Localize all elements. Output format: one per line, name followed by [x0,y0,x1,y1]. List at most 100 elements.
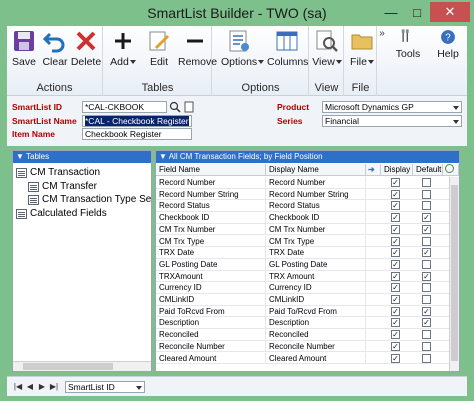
default-checkbox[interactable] [422,236,431,246]
minimize-button[interactable]: — [378,2,404,22]
display-checkbox[interactable]: ✓ [391,330,400,340]
default-checkbox[interactable]: ✓ [422,248,431,258]
view-button[interactable]: View [310,28,344,78]
table-row[interactable]: Description Description ✓ ✓ [156,317,459,330]
display-name-cell[interactable]: CM Trx Number [266,223,366,235]
file-button[interactable]: File [345,28,379,78]
display-name-cell[interactable]: Record Number [266,177,366,188]
add-button[interactable]: Add [106,28,140,78]
vertical-scrollbar[interactable] [449,177,459,371]
display-name-cell[interactable]: Cleared Amount [266,352,366,364]
display-checkbox[interactable]: ✓ [391,259,400,269]
save-button[interactable]: Save [7,28,41,78]
column-header-display-name[interactable]: Display Name [266,164,366,176]
options-button[interactable]: Options [221,28,265,78]
note-page-icon[interactable] [183,101,195,113]
scrollbar-thumb[interactable] [451,185,458,361]
table-row[interactable]: Currency ID Currency ID ✓ [156,282,459,294]
tree-item-cm-transaction[interactable]: CM Transaction [16,167,100,178]
fields-pane-header[interactable]: ▼ All CM Transaction Fields; by Field Po… [156,151,459,163]
table-row[interactable]: Paid ToRcvd From Paid To/Rcvd From ✓ ✓ [156,305,459,318]
tools-button[interactable]: Tools [391,28,425,78]
table-row[interactable]: CMLinkID CMLinkID ✓ [156,294,459,306]
display-checkbox[interactable]: ✓ [391,295,400,304]
default-checkbox[interactable]: ✓ [422,213,431,223]
table-row[interactable]: CM Trx Type CM Trx Type ✓ [156,235,459,248]
display-name-cell[interactable]: Reconcile Number [266,340,366,352]
tree-item-cm-transfer[interactable]: CM Transfer [28,181,97,192]
tables-pane-header[interactable]: ▼ Tables [13,151,151,163]
display-name-cell[interactable]: Description [266,317,366,329]
column-header-default[interactable]: Default [413,164,443,176]
display-name-cell[interactable]: Record Status [266,200,366,212]
default-checkbox[interactable] [422,259,431,269]
next-record-icon[interactable]: ▶ [37,382,47,392]
display-checkbox[interactable]: ✓ [391,236,400,246]
display-name-cell[interactable]: TRX Date [266,247,366,259]
display-name-cell[interactable]: Reconciled [266,329,366,341]
table-row[interactable]: CM Trx Number CM Trx Number ✓ ✓ [156,223,459,236]
table-row[interactable]: TRX Date TRX Date ✓ ✓ [156,247,459,259]
column-header-field-name[interactable]: Field Name [156,164,266,176]
display-checkbox[interactable]: ✓ [391,318,400,328]
first-record-icon[interactable]: |◀ [13,382,23,392]
scrollbar-thumb[interactable] [23,363,113,370]
table-row[interactable]: Record Number Record Number ✓ [156,177,459,189]
default-checkbox[interactable]: ✓ [422,271,431,281]
previous-record-icon[interactable]: ◀ [25,382,35,392]
smartlist-name-field[interactable]: *CAL - Checkbook Register [82,115,192,127]
series-dropdown[interactable]: Financial [322,115,462,127]
default-checkbox[interactable] [422,189,431,199]
column-header-display[interactable]: Display [381,164,413,176]
display-checkbox[interactable]: ✓ [391,353,400,363]
maximize-button[interactable]: □ [404,2,430,22]
display-name-cell[interactable]: Record Number String [266,188,366,200]
sort-by-dropdown[interactable]: SmartList ID [65,381,145,393]
columns-button[interactable]: Columns [267,28,308,78]
default-checkbox[interactable] [422,295,431,304]
table-row[interactable]: Cleared Amount Cleared Amount ✓ [156,352,459,365]
delete-button[interactable]: Delete [69,28,103,78]
table-row[interactable]: Checkbook ID Checkbook ID ✓ ✓ [156,212,459,224]
help-button[interactable]: ? Help [431,28,465,78]
display-name-cell[interactable]: GL Posting Date [266,258,366,270]
display-checkbox[interactable]: ✓ [391,341,400,351]
default-checkbox[interactable]: ✓ [422,318,431,328]
lookup-magnifier-icon[interactable] [169,101,181,113]
refresh-circle-icon[interactable] [443,164,459,176]
default-checkbox[interactable] [422,330,431,340]
clear-button[interactable]: Clear [38,28,72,78]
table-row[interactable]: Reconciled Reconciled ✓ [156,329,459,341]
table-row[interactable]: TRXAmount TRX Amount ✓ ✓ [156,270,459,283]
display-checkbox[interactable]: ✓ [391,213,400,223]
display-name-cell[interactable]: CMLinkID [266,294,366,305]
horizontal-scrollbar[interactable] [13,361,151,371]
default-checkbox[interactable]: ✓ [422,306,431,316]
default-checkbox[interactable] [422,341,431,351]
display-checkbox[interactable]: ✓ [391,283,400,293]
tree-item-calculated-fields[interactable]: Calculated Fields [16,208,107,219]
table-row[interactable]: Record Number String Record Number String… [156,188,459,201]
tree-item-cm-transaction-type[interactable]: CM Transaction Type Se [28,194,151,205]
default-checkbox[interactable]: ✓ [422,224,431,234]
default-checkbox[interactable] [422,283,431,293]
default-checkbox[interactable] [422,353,431,363]
display-name-cell[interactable]: Currency ID [266,282,366,294]
display-checkbox[interactable]: ✓ [391,224,400,234]
display-name-cell[interactable]: Checkbook ID [266,212,366,224]
move-arrow-icon[interactable]: ➜ [366,164,381,176]
product-dropdown[interactable]: Microsoft Dynamics GP [322,101,462,113]
close-button[interactable]: ✕ [430,2,470,22]
display-name-cell[interactable]: TRX Amount [266,270,366,282]
display-checkbox[interactable]: ✓ [391,178,400,187]
ribbon-expand-chevron-icon[interactable]: » [377,28,387,90]
remove-button[interactable]: Remove [178,28,217,78]
display-checkbox[interactable]: ✓ [391,306,400,316]
table-row[interactable]: Record Status Record Status ✓ [156,200,459,213]
table-row[interactable]: Reconcile Number Reconcile Number ✓ [156,340,459,353]
display-name-cell[interactable]: Paid To/Rcvd From [266,305,366,317]
table-row[interactable]: GL Posting Date GL Posting Date ✓ [156,258,459,271]
edit-button[interactable]: Edit [142,28,176,78]
display-checkbox[interactable]: ✓ [391,189,400,199]
default-checkbox[interactable] [422,178,431,187]
